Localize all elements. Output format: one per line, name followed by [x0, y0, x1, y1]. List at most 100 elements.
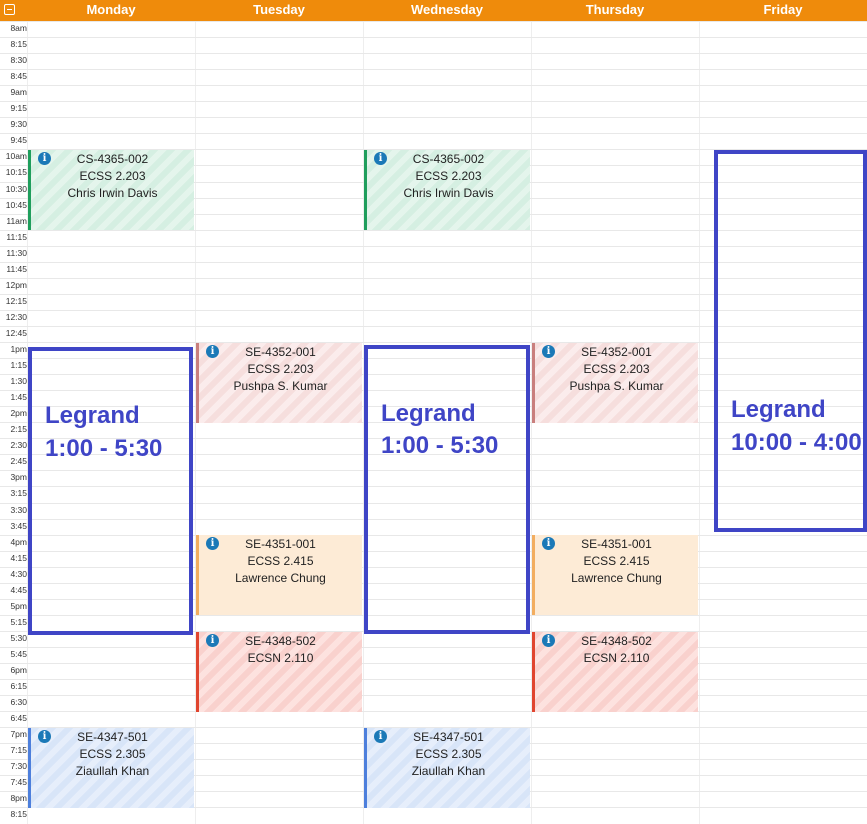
time-label: 11:45	[6, 264, 27, 274]
time-label: 7:30	[10, 761, 27, 771]
annotation-hours: 10:00 - 4:00	[731, 429, 862, 456]
day-header-tuesday: Tuesday	[253, 2, 305, 17]
time-label: 1pm	[10, 344, 27, 354]
time-label: 9:45	[10, 135, 27, 145]
event-room: ECSS 2.305	[415, 747, 482, 761]
time-slot-line	[0, 117, 867, 118]
time-label: 10:15	[5, 167, 27, 177]
time-slot-line	[0, 695, 867, 696]
annotation-title: Legrand	[731, 396, 826, 423]
time-label: 2:30	[10, 440, 27, 450]
day-header-monday: Monday	[86, 2, 136, 17]
time-slot-line	[0, 53, 867, 54]
time-label: 3:15	[10, 488, 27, 498]
event-instructor: Pushpa S. Kumar	[569, 379, 664, 393]
time-label: 5pm	[10, 601, 27, 611]
event-se-4351-001-tuesday[interactable]: i SE-4351-001 ECSS 2.415 Lawrence Chung	[196, 535, 362, 615]
event-course-code: SE-4351-001	[245, 537, 316, 551]
info-icon[interactable]: i	[374, 730, 387, 743]
time-label: 8:45	[10, 71, 27, 81]
time-label: 8:15	[10, 809, 27, 819]
time-slot-line	[0, 85, 867, 86]
time-label: 10:30	[5, 184, 27, 194]
time-label: 5:30	[10, 633, 27, 643]
event-course-code: SE-4347-501	[77, 730, 148, 744]
event-room: ECSS 2.415	[247, 554, 314, 568]
event-se-4351-001-thursday[interactable]: i SE-4351-001 ECSS 2.415 Lawrence Chung	[532, 535, 698, 615]
time-label: 7pm	[10, 729, 27, 739]
time-label: 12:15	[5, 296, 27, 306]
event-course-code: CS-4365-002	[76, 152, 149, 166]
time-label: 1:15	[10, 360, 27, 370]
event-room: ECSS 2.203	[415, 169, 482, 183]
time-slot-line	[0, 101, 867, 102]
info-icon[interactable]: i	[38, 730, 51, 743]
time-slot-line	[0, 711, 867, 712]
time-slot-line	[0, 21, 867, 22]
time-label: 4pm	[10, 537, 27, 547]
event-cs-4365-002-wednesday[interactable]: i CS-4365-002 ECSS 2.203 Chris Irwin Dav…	[364, 150, 530, 230]
event-course-code: SE-4348-502	[245, 634, 316, 648]
info-icon[interactable]: i	[206, 345, 219, 358]
info-icon[interactable]: i	[542, 634, 555, 647]
event-se-4347-501-monday[interactable]: i SE-4347-501 ECSS 2.305 Ziaullah Khan	[28, 728, 194, 808]
event-instructor: Ziaullah Khan	[411, 764, 486, 778]
annotation-hours: 1:00 - 5:30	[45, 435, 163, 462]
time-label: 8pm	[10, 793, 27, 803]
time-label: 7:15	[10, 745, 27, 755]
event-course-code: SE-4352-001	[581, 345, 652, 359]
time-label: 11am	[6, 216, 27, 226]
event-course-code: SE-4352-001	[245, 345, 316, 359]
time-label: 8am	[10, 23, 27, 33]
legrand-annotation-friday: Legrand 10:00 - 4:00	[714, 150, 867, 532]
time-label: 5:15	[10, 617, 27, 627]
event-se-4352-001-tuesday[interactable]: i SE-4352-001 ECSS 2.203 Pushpa S. Kumar	[196, 343, 362, 423]
time-label: 8:15	[10, 39, 27, 49]
time-label: 11:30	[6, 248, 27, 258]
event-cs-4365-002-monday[interactable]: i CS-4365-002 ECSS 2.203 Chris Irwin Dav…	[28, 150, 194, 230]
event-room: ECSS 2.203	[79, 169, 146, 183]
time-label: 3pm	[10, 472, 27, 482]
event-instructor: Lawrence Chung	[235, 571, 326, 585]
time-label: 9am	[10, 87, 27, 97]
event-instructor: Pushpa S. Kumar	[233, 379, 328, 393]
event-se-4352-001-thursday[interactable]: i SE-4352-001 ECSS 2.203 Pushpa S. Kumar	[532, 343, 698, 423]
time-slot-line	[0, 679, 867, 680]
time-label: 12:45	[5, 328, 27, 338]
event-course-code: SE-4351-001	[581, 537, 652, 551]
event-room: ECSS 2.203	[583, 362, 650, 376]
info-icon[interactable]: i	[542, 345, 555, 358]
time-label: 4:45	[10, 585, 27, 595]
time-label: 10:45	[5, 200, 27, 210]
event-course-code: CS-4365-002	[412, 152, 485, 166]
event-room: ECSS 2.203	[247, 362, 314, 376]
event-room: ECSN 2.110	[247, 651, 314, 665]
legrand-annotation-wednesday: Legrand 1:00 - 5:30	[364, 345, 530, 634]
info-icon[interactable]: i	[38, 152, 51, 165]
event-instructor: Lawrence Chung	[571, 571, 662, 585]
event-se-4348-502-thursday[interactable]: i SE-4348-502 ECSN 2.110	[532, 632, 698, 712]
time-label: 11:15	[6, 232, 27, 242]
time-label: 9:30	[10, 119, 27, 129]
time-label: 6pm	[10, 665, 27, 675]
event-instructor: Ziaullah Khan	[75, 764, 150, 778]
minus-square-icon[interactable]	[4, 4, 15, 15]
info-icon[interactable]: i	[374, 152, 387, 165]
time-label: 1:45	[10, 392, 27, 402]
info-icon[interactable]: i	[542, 537, 555, 550]
time-slot-line	[0, 663, 867, 664]
info-icon[interactable]: i	[206, 634, 219, 647]
event-se-4347-501-wednesday[interactable]: i SE-4347-501 ECSS 2.305 Ziaullah Khan	[364, 728, 530, 808]
time-label: 12pm	[5, 280, 27, 290]
event-se-4348-502-tuesday[interactable]: i SE-4348-502 ECSN 2.110	[196, 632, 362, 712]
time-label: 3:30	[10, 505, 27, 515]
time-label: 10am	[5, 151, 27, 161]
annotation-title: Legrand	[45, 402, 140, 429]
time-label: 2:15	[10, 424, 27, 434]
time-slot-line	[0, 133, 867, 134]
annotation-hours: 1:00 - 5:30	[381, 432, 499, 459]
info-icon[interactable]: i	[206, 537, 219, 550]
time-label: 2pm	[10, 408, 27, 418]
time-label: 4:30	[10, 569, 27, 579]
annotation-title: Legrand	[381, 400, 476, 427]
